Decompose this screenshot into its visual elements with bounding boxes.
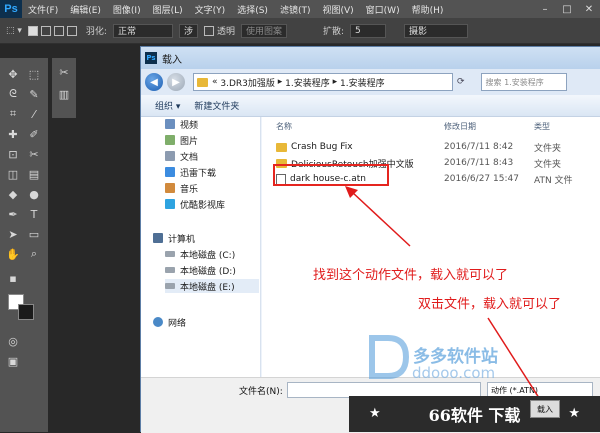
annotation-double-click: 双击文件，载入就可以了 (418, 297, 562, 312)
site-logo-icon (369, 335, 410, 379)
arrow-line-to-file (351, 191, 411, 247)
load-button[interactable]: 载入 (530, 400, 560, 418)
annotation-arrows (345, 186, 552, 418)
annotation-find-file: 找到这个动作文件，载入就可以了 (313, 268, 509, 283)
download-banner: ★ 66软件 下载 ★ (349, 396, 600, 432)
star-icon: ★ (369, 406, 381, 421)
star-icon: ★ (568, 406, 580, 421)
watermark-url: ddooo.com (412, 364, 496, 382)
banner-text: 66软件 下载 (428, 406, 521, 425)
